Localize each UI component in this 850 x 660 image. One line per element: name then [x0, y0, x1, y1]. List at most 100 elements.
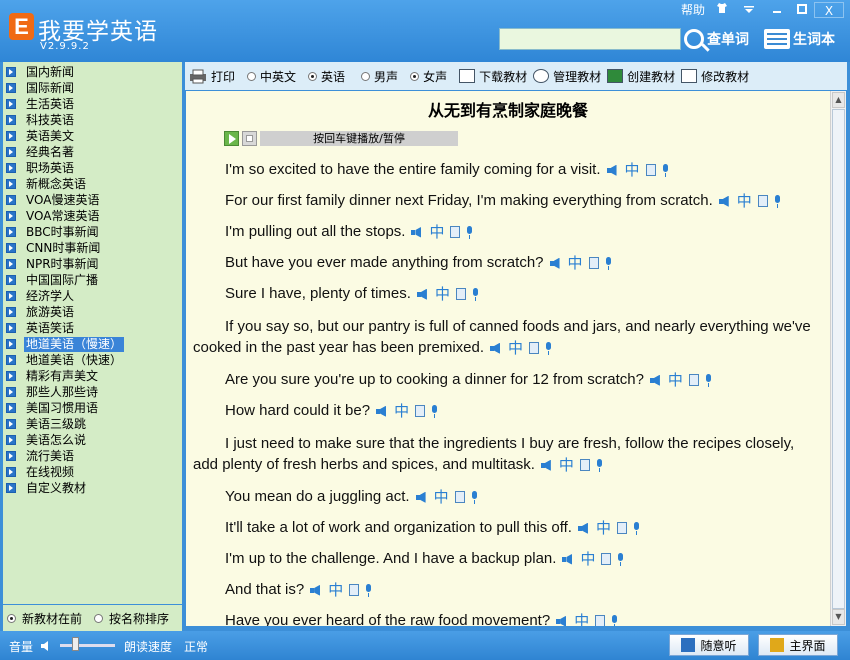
expand-icon[interactable]	[6, 243, 16, 253]
expand-icon[interactable]	[6, 179, 16, 189]
speaker-icon[interactable]	[310, 585, 322, 596]
sidebar-item[interactable]: VOA常速英语	[6, 208, 101, 224]
sidebar-item[interactable]: 新概念英语	[6, 176, 88, 192]
sort-by-name-radio[interactable]	[94, 613, 104, 623]
translate-button[interactable]: 中	[434, 487, 449, 508]
microphone-icon[interactable]	[431, 404, 438, 418]
microphone-icon[interactable]	[365, 583, 372, 597]
translate-button[interactable]: 中	[394, 401, 409, 422]
expand-icon[interactable]	[6, 323, 16, 333]
manage-button[interactable]: 管理教材	[533, 68, 601, 85]
speaker-icon[interactable]	[718, 196, 731, 207]
speaker-icon[interactable]	[606, 165, 619, 176]
sort-new-first-radio[interactable]	[7, 613, 16, 623]
translate-button[interactable]: 中	[568, 253, 583, 274]
random-listen-button[interactable]: 随意听	[669, 634, 749, 656]
speaker-icon[interactable]	[376, 406, 388, 417]
translate-button[interactable]: 中	[328, 580, 343, 601]
repeat-icon[interactable]	[688, 374, 699, 387]
repeat-icon[interactable]	[415, 405, 426, 418]
sidebar-item[interactable]: 经典名著	[6, 144, 76, 160]
speed-value[interactable]: 正常	[184, 638, 208, 655]
main-screen-button[interactable]: 主界面	[758, 634, 838, 656]
microphone-icon[interactable]	[705, 373, 712, 387]
expand-icon[interactable]	[6, 419, 16, 429]
sidebar-item[interactable]: 生活英语	[6, 96, 76, 112]
sidebar-item[interactable]: 美语三级跳	[6, 416, 88, 432]
speaker-icon[interactable]	[540, 460, 553, 471]
scroll-thumb[interactable]	[832, 109, 845, 609]
sidebar-item[interactable]: 国内新闻	[6, 64, 76, 80]
speaker-icon[interactable]	[649, 375, 662, 386]
play-icon[interactable]	[224, 131, 239, 146]
expand-icon[interactable]	[6, 147, 16, 157]
speaker-icon[interactable]	[556, 616, 568, 626]
radio-male[interactable]	[361, 71, 371, 81]
expand-icon[interactable]	[6, 355, 16, 365]
repeat-icon[interactable]	[595, 615, 606, 626]
scroll-down-icon[interactable]: ▼	[832, 609, 845, 625]
microphone-icon[interactable]	[774, 194, 781, 208]
translate-button[interactable]: 中	[625, 160, 640, 181]
expand-icon[interactable]	[6, 83, 16, 93]
sidebar-item[interactable]: 在线视频	[6, 464, 76, 480]
maximize-icon[interactable]	[795, 2, 809, 18]
speaker-icon[interactable]	[562, 554, 574, 565]
sidebar-item[interactable]: 英语笑话	[6, 320, 76, 336]
speaker-icon[interactable]	[490, 343, 502, 354]
close-button[interactable]: X	[814, 2, 844, 18]
sidebar-item[interactable]: 旅游英语	[6, 304, 76, 320]
radio-en[interactable]	[308, 71, 318, 81]
sidebar-item[interactable]: 地道美语（慢速）	[6, 336, 125, 352]
microphone-icon[interactable]	[605, 256, 612, 270]
speaker-icon[interactable]	[577, 523, 590, 534]
expand-icon[interactable]	[6, 403, 16, 413]
volume-slider-track[interactable]	[60, 644, 115, 647]
expand-icon[interactable]	[6, 115, 16, 125]
expand-icon[interactable]	[6, 227, 16, 237]
translate-button[interactable]: 中	[596, 518, 611, 539]
sidebar-item[interactable]: 经济学人	[6, 288, 76, 304]
radio-female[interactable]	[410, 71, 420, 81]
vocab-book-button[interactable]: 生词本	[764, 26, 835, 52]
sidebar-item[interactable]: 流行美语	[6, 448, 76, 464]
sidebar-item[interactable]: 国际新闻	[6, 80, 76, 96]
opt-male[interactable]: 男声	[361, 68, 398, 85]
skin-icon[interactable]	[715, 2, 729, 18]
sidebar-item[interactable]: 那些人那些诗	[6, 384, 100, 400]
microphone-icon[interactable]	[466, 225, 473, 239]
microphone-icon[interactable]	[545, 341, 552, 355]
expand-icon[interactable]	[6, 451, 16, 461]
sidebar-item[interactable]: 地道美语（快速）	[6, 352, 124, 368]
expand-icon[interactable]	[6, 291, 16, 301]
microphone-icon[interactable]	[472, 287, 479, 301]
minimize-icon[interactable]	[770, 2, 784, 18]
translate-button[interactable]: 中	[737, 191, 752, 212]
expand-icon[interactable]	[6, 211, 16, 221]
microphone-icon[interactable]	[662, 163, 669, 177]
scroll-up-icon[interactable]: ▲	[832, 92, 845, 108]
expand-icon[interactable]	[6, 259, 16, 269]
lookup-word-button[interactable]: 查单词	[684, 26, 749, 52]
sidebar-item[interactable]: 自定义教材	[6, 480, 88, 496]
sidebar-item[interactable]: VOA慢速英语	[6, 192, 101, 208]
speaker-icon[interactable]	[416, 289, 429, 300]
sidebar-item[interactable]: 美国习惯用语	[6, 400, 100, 416]
repeat-icon[interactable]	[757, 195, 768, 208]
sidebar-item[interactable]: 精彩有声美文	[6, 368, 100, 384]
sidebar-item[interactable]: 英语美文	[6, 128, 76, 144]
repeat-icon[interactable]	[450, 226, 461, 239]
sidebar-item[interactable]: BBC时事新闻	[6, 224, 101, 240]
sidebar-item[interactable]: 中国国际广播	[6, 272, 100, 288]
sidebar-item[interactable]: 美语怎么说	[6, 432, 88, 448]
expand-icon[interactable]	[6, 195, 16, 205]
microphone-icon[interactable]	[611, 614, 618, 626]
speaker-icon[interactable]	[549, 258, 562, 269]
repeat-icon[interactable]	[588, 257, 599, 270]
content-scrollbar[interactable]: ▲ ▼	[830, 91, 846, 626]
expand-icon[interactable]	[6, 371, 16, 381]
translate-button[interactable]: 中	[580, 549, 595, 570]
expand-icon[interactable]	[6, 99, 16, 109]
help-button[interactable]: 帮助	[680, 2, 706, 18]
expand-icon[interactable]	[6, 339, 16, 349]
